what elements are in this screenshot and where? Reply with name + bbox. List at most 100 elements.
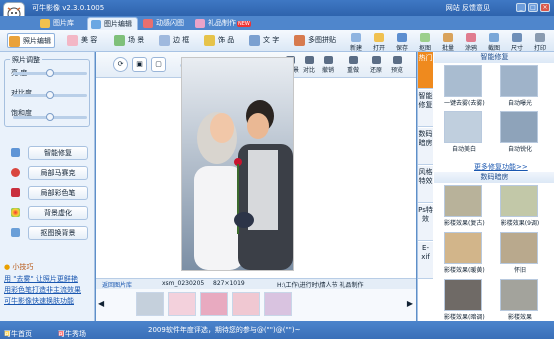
face-icon (67, 35, 78, 46)
close-button[interactable]: × (540, 3, 550, 12)
effect-thumb[interactable]: 影楼效果(复古) (444, 185, 485, 227)
vtab-exif[interactable]: E-xif (418, 242, 433, 279)
color-pen-button[interactable]: 局部彩色笔 (28, 186, 88, 200)
text-button[interactable]: 文 字 (248, 33, 279, 48)
blur-item[interactable]: 背景虚化 (8, 206, 88, 220)
mosaic-item[interactable]: 局部马赛克 (8, 166, 88, 180)
effect-thumb[interactable]: 自动美白 (444, 111, 484, 153)
tab-gift[interactable]: 礼品制作 NEW (192, 17, 256, 30)
contrast-knob[interactable] (46, 91, 54, 99)
thumbnail-strip: ◀ ▶ (96, 289, 416, 321)
tool-label: 预览 (390, 67, 403, 74)
fit-window-icon[interactable]: ▣ (132, 57, 147, 72)
size-button[interactable]: 尺寸 (505, 32, 529, 52)
maximize-button[interactable]: □ (528, 3, 538, 12)
effect-thumb[interactable]: 自动曝光 (500, 65, 540, 107)
saturation-slider[interactable] (13, 113, 87, 121)
thumbnail[interactable] (200, 292, 228, 316)
compare-icon (304, 56, 314, 64)
ornament-button[interactable]: 饰 品 (203, 33, 234, 48)
effect-image (444, 279, 482, 311)
new-icon (351, 33, 361, 42)
vtab-hot[interactable]: 热门 (418, 52, 433, 89)
smart-fix-button[interactable]: 智能修复 (28, 146, 88, 160)
effect-thumb[interactable]: 一键去雾(去雾) (444, 65, 485, 107)
smart-fix-item[interactable]: 智能修复 (8, 146, 88, 160)
toolbar-label: 抠图 (418, 45, 431, 52)
tip-link[interactable]: 用彩色笔打造非主流效果 (4, 285, 81, 295)
scene-button[interactable]: 场 景 (113, 33, 144, 48)
back-to-library-link[interactable]: 返回图片库 (102, 280, 132, 289)
frame-button[interactable]: 边 框 (158, 33, 189, 48)
open-button[interactable]: 打开 (367, 32, 391, 52)
effect-thumb[interactable]: 怀旧 (500, 232, 540, 274)
vtab-style[interactable]: 风格特效 (418, 166, 433, 203)
section-smart-fix: 智能修复 (434, 52, 554, 63)
restore-button[interactable]: 还原 (366, 56, 386, 76)
screenshot-button[interactable]: 截图 (482, 32, 506, 52)
collage-icon (294, 35, 305, 46)
website-link[interactable]: 网站 (446, 4, 460, 12)
contrast-slider[interactable] (13, 91, 87, 99)
save-button[interactable]: 保存 (390, 32, 414, 52)
tab-library[interactable]: 图片库 (37, 17, 79, 30)
toolbar-label: 批量 (441, 45, 454, 52)
effect-thumb[interactable]: 影楼效果(暗调) (444, 279, 485, 321)
cutout-bg-item[interactable]: 抠图换背景 (8, 226, 88, 240)
compare-button[interactable]: 对比 (299, 56, 319, 76)
section-darkroom: 数码暗房 (434, 172, 554, 183)
tab-edit[interactable]: 图片编辑 (87, 17, 138, 30)
beauty-button[interactable]: 美 容 (66, 33, 97, 48)
vtab-darkroom[interactable]: 数码暗房 (418, 128, 433, 165)
thumbnail[interactable] (264, 292, 292, 316)
thumbnail[interactable] (136, 292, 164, 316)
photo-preview[interactable] (181, 57, 294, 271)
photo-edit-button[interactable]: 照片编辑 (7, 33, 55, 48)
effect-label: 自动锐化 (507, 146, 532, 153)
main-tabs: 图片库 图片编辑 动感闪图 礼品制作 NEW (0, 16, 554, 30)
vtab-smart-fix[interactable]: 智能修复 (418, 90, 433, 127)
effect-thumb[interactable]: 影楼效果(暖黄) (444, 232, 485, 274)
rotate-icon[interactable]: ⟳ (113, 57, 128, 72)
tip-link[interactable]: 可牛影像快速换肤功能 (4, 296, 74, 306)
vtab-ps[interactable]: Ps特效 (418, 204, 433, 241)
redo-button[interactable]: 重做 (343, 56, 363, 76)
toolbar-label: 涂鸦 (464, 45, 477, 52)
saturation-knob[interactable] (46, 113, 54, 121)
main-toolbar: 照片编辑 美 容 场 景 边 框 饰 品 文 字 多图拼贴 新建 打开 保存 抠… (0, 30, 554, 52)
print-button[interactable]: 打印 (528, 32, 552, 52)
strip-right-arrow-icon[interactable]: ▶ (407, 299, 413, 308)
blur-button[interactable]: 背景虚化 (28, 206, 88, 220)
more-fix-link[interactable]: 更多修复功能>> (474, 162, 528, 172)
undo-button[interactable]: 撤销 (318, 56, 338, 76)
left-panel: 照片调整 亮 度 对比度 饱和度 智能修复 局部马赛克 局部彩色笔 背景虚化 抠… (0, 52, 95, 321)
new-button[interactable]: 新建 (344, 32, 368, 52)
effect-thumb[interactable]: 影楼效果 (500, 279, 540, 321)
thumbnail[interactable] (232, 292, 260, 316)
mosaic-button[interactable]: 局部马赛克 (28, 166, 88, 180)
effect-label: 怀旧 (513, 267, 526, 274)
status-message[interactable]: 2009软件年度评选，期待您的参与@("")@("")~ (148, 325, 300, 335)
actual-size-icon[interactable]: ▢ (151, 57, 166, 72)
thumbnail[interactable] (168, 292, 196, 316)
effect-thumb[interactable]: 自动锐化 (500, 111, 540, 153)
cutout-bg-button[interactable]: 抠图换背景 (28, 226, 88, 240)
effect-thumb[interactable]: 影楼效果(9调) (500, 185, 540, 227)
collage-button[interactable]: 多图拼贴 (293, 33, 336, 48)
effect-label: 一键去雾(去雾) (444, 100, 485, 107)
minimize-button[interactable]: _ (516, 3, 526, 12)
effect-label: 自动美白 (451, 146, 476, 153)
toolbar-label: 照片编辑 (23, 37, 51, 45)
tip-link[interactable]: 用 "去雾" 让照片更鲜艳 (4, 274, 78, 284)
brightness-slider[interactable] (13, 69, 87, 77)
feedback-link[interactable]: 反馈意见 (462, 4, 490, 12)
brush-button[interactable]: 涂鸦 (459, 32, 483, 52)
batch-button[interactable]: 批量 (436, 32, 460, 52)
brightness-knob[interactable] (46, 69, 54, 77)
preview-button[interactable]: 预览 (387, 56, 407, 76)
color-pen-item[interactable]: 局部彩色笔 (8, 186, 88, 200)
tab-flash[interactable]: 动感闪图 (140, 17, 189, 30)
cutout-button[interactable]: 抠图 (413, 32, 437, 52)
effect-image (444, 232, 482, 264)
strip-left-arrow-icon[interactable]: ◀ (98, 299, 104, 308)
